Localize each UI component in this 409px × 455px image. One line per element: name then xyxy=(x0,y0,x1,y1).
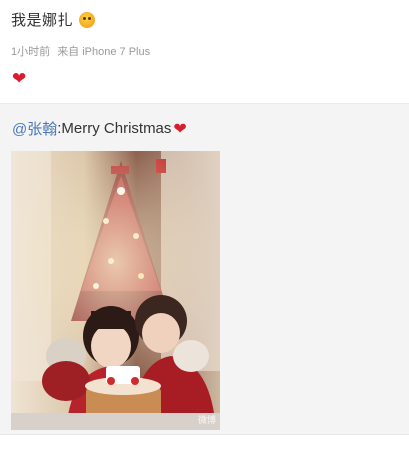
post-meta: 1小时前 来自 iPhone 7 Plus xyxy=(11,43,150,59)
mention-link[interactable]: @张翰 xyxy=(12,118,57,139)
post-time: 1小时前 xyxy=(11,46,51,58)
repost-text: @张翰 :Merry Christmas ❤ xyxy=(12,118,187,139)
post-header: 我是娜扎 1小时前 来自 iPhone 7 Plus ❤ xyxy=(0,0,409,100)
red-heart-icon: ❤ xyxy=(173,120,187,138)
repost-card[interactable]: @张翰 :Merry Christmas ❤ 微博 xyxy=(0,103,409,434)
red-heart-icon: ❤ xyxy=(12,69,27,88)
post-author[interactable]: 我是娜扎 xyxy=(11,9,96,30)
photo-watermark: 微博 xyxy=(197,415,216,425)
post-author-name[interactable]: 我是娜扎 xyxy=(11,9,73,30)
grinning-face-icon xyxy=(79,11,96,28)
action-bar xyxy=(0,434,409,455)
post-source[interactable]: 来自 iPhone 7 Plus xyxy=(57,46,150,58)
repost-photo[interactable]: 微博 xyxy=(11,151,220,430)
repost-message: :Merry Christmas xyxy=(57,120,172,137)
christmas-photo-illustration xyxy=(11,151,220,430)
